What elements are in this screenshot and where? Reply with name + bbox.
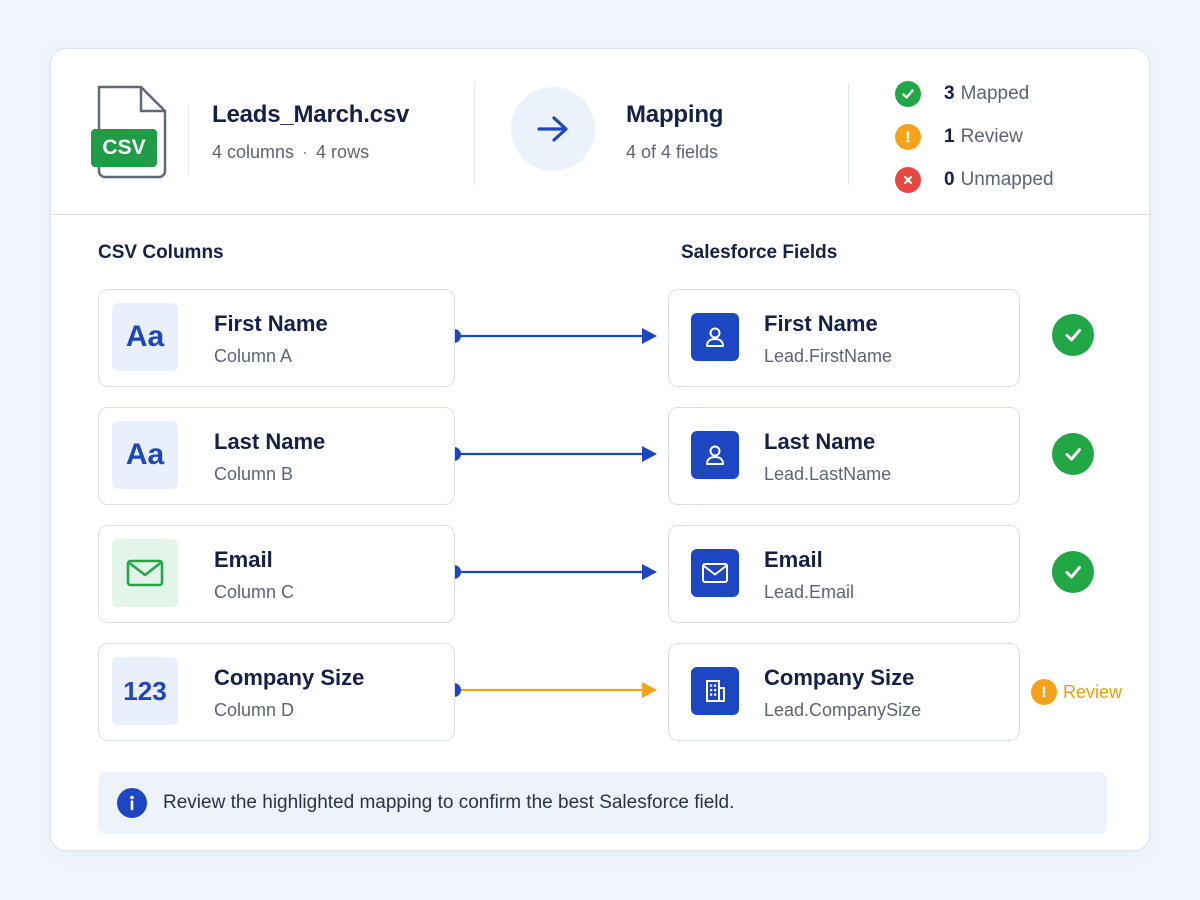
connector-row-4 (447, 682, 657, 698)
info-banner: Review the highlighted mapping to confir… (98, 772, 1107, 834)
salesforce-field-label: Company Size (764, 665, 915, 690)
check-circle-icon (1052, 551, 1094, 593)
csv-column-name: Last Name (214, 429, 326, 454)
csv-column-email[interactable]: Email Column C (98, 525, 455, 623)
person-icon (691, 431, 739, 479)
review-status[interactable]: Review (1031, 679, 1122, 705)
text-type-icon: Aa (112, 303, 178, 371)
check-circle-icon (1052, 433, 1094, 475)
csv-column-name: Company Size (214, 665, 365, 690)
salesforce-field-label: Last Name (764, 429, 876, 454)
connector-row-2 (447, 446, 657, 462)
connector-row-1 (447, 328, 657, 344)
person-icon (691, 313, 739, 361)
envelope-icon (112, 539, 178, 607)
csv-column-letter: Column B (214, 464, 294, 484)
check-circle-icon (1052, 314, 1094, 356)
salesforce-field-last-name[interactable]: Last Name Lead.LastName (668, 407, 1020, 505)
csv-column-letter: Column D (214, 700, 295, 720)
connector-row-3 (447, 564, 657, 580)
salesforce-field-company-size[interactable]: Company Size Lead.CompanySize (668, 643, 1020, 741)
salesforce-field-label: Email (764, 547, 823, 572)
salesforce-field-email[interactable]: Email Lead.Email (668, 525, 1020, 623)
csv-column-letter: Column A (214, 346, 293, 366)
salesforce-field-first-name[interactable]: First Name Lead.FirstName (668, 289, 1020, 387)
number-type-icon: 123 (112, 657, 178, 725)
csv-column-last-name[interactable]: Aa Last Name Column B (98, 407, 455, 505)
salesforce-field-api-name: Lead.FirstName (764, 346, 893, 366)
review-status-label: Review (1063, 681, 1123, 702)
info-icon (117, 788, 147, 818)
csv-column-name: Email (214, 547, 273, 572)
csv-column-company-size[interactable]: 123 Company Size Column D (98, 643, 455, 741)
envelope-icon (691, 549, 739, 597)
salesforce-field-api-name: Lead.Email (764, 582, 855, 602)
text-type-icon: Aa (112, 421, 178, 489)
csv-column-letter: Column C (214, 582, 295, 602)
info-message: Review the highlighted mapping to confir… (163, 792, 735, 813)
salesforce-field-api-name: Lead.CompanySize (764, 700, 922, 720)
csv-column-first-name[interactable]: Aa First Name Column A (98, 289, 455, 387)
building-icon (691, 667, 739, 715)
salesforce-field-label: First Name (764, 311, 878, 336)
csv-column-name: First Name (214, 311, 328, 336)
mapping-card: CSV Leads_March.csv 4 columns · 4 rows Map… (50, 48, 1150, 851)
warning-circle-icon (1031, 679, 1057, 705)
salesforce-field-api-name: Lead.LastName (764, 464, 892, 484)
